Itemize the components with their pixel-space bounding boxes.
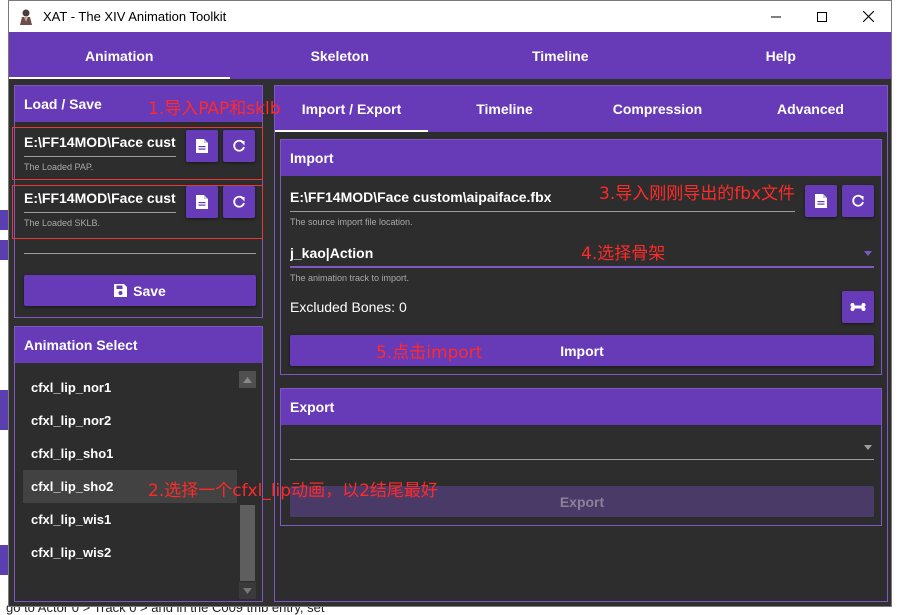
bone-icon (850, 303, 866, 311)
tab-compression[interactable]: Compression (581, 86, 734, 132)
tab-help[interactable]: Help (671, 32, 892, 79)
arrow-down-icon (243, 587, 252, 594)
tab-animation[interactable]: Animation (9, 32, 230, 79)
maximize-icon (817, 11, 827, 22)
title-bar: XAT - The XIV Animation Toolkit (9, 1, 891, 32)
background-accent (0, 240, 8, 260)
track-helper: The animation track to import. (290, 273, 410, 283)
window-title: XAT - The XIV Animation Toolkit (43, 9, 227, 24)
right-panel: Import / Export Timeline Compression Adv… (274, 85, 888, 602)
refresh-icon (852, 194, 864, 207)
app-window: XAT - The XIV Animation Toolkit Animatio… (8, 0, 892, 607)
maximize-button[interactable] (799, 1, 845, 32)
annotation-step5: 5.点击import (376, 343, 483, 363)
tab-timeline[interactable]: Timeline (450, 32, 671, 79)
import-header: Import (281, 140, 881, 176)
close-button[interactable] (845, 1, 891, 32)
save-icon (114, 284, 128, 297)
divider (24, 253, 256, 254)
background-accent (0, 210, 8, 230)
list-item[interactable]: cfxl_lip_sho1 (23, 437, 237, 470)
export-header: Export (281, 389, 881, 425)
background-accent (0, 545, 8, 575)
scroll-thumb[interactable] (240, 505, 255, 581)
annotation-box-sklb (12, 185, 263, 239)
save-label: Save (133, 282, 166, 299)
annotation-step3: 3.导入刚刚导出的fbx文件 (599, 184, 796, 204)
export-format-value[interactable] (290, 437, 874, 453)
edit-excluded-bones-button[interactable] (842, 291, 874, 323)
minimize-icon (771, 16, 781, 17)
close-icon (862, 11, 874, 22)
open-import-file-button[interactable] (805, 185, 837, 217)
annotation-step4: 4.选择骨架 (581, 244, 666, 264)
annotation-step2: 2.选择一个cfxl_lip动画，以2结尾最好 (148, 481, 438, 501)
list-item[interactable]: cfxl_lip_nor2 (23, 404, 237, 437)
sub-tabs: Import / Export Timeline Compression Adv… (275, 86, 887, 132)
minimize-button[interactable] (753, 1, 799, 32)
annotation-box-pap (12, 127, 263, 180)
main-tabs: Animation Skeleton Timeline Help (9, 32, 891, 79)
tab-sub-timeline[interactable]: Timeline (428, 86, 581, 132)
excluded-bones-label: Excluded Bones: 0 (290, 299, 407, 315)
save-button[interactable]: Save (24, 275, 256, 306)
background-accent (0, 390, 8, 430)
scroll-up-button[interactable] (239, 371, 256, 388)
app-logo-icon (17, 8, 35, 26)
export-panel: Export Export (280, 388, 882, 526)
export-format-select[interactable] (290, 437, 874, 461)
list-item[interactable]: cfxl_lip_wis2 (23, 536, 237, 569)
animation-select-panel: Animation Select cfxl_lip_nor1 cfxl_lip_… (14, 326, 263, 602)
caret-down-icon (864, 445, 872, 450)
animation-select-header: Animation Select (15, 327, 262, 363)
caret-down-icon (864, 251, 872, 256)
scroll-down-button[interactable] (239, 582, 256, 599)
import-file-helper: The source import file location. (290, 217, 413, 227)
annotation-step1: 1.导入PAP和sklb (148, 99, 281, 119)
tab-import-export[interactable]: Import / Export (275, 86, 428, 132)
list-item[interactable]: cfxl_lip_wis1 (23, 503, 237, 536)
tab-advanced[interactable]: Advanced (734, 86, 887, 132)
reload-import-file-button[interactable] (842, 185, 874, 217)
tab-skeleton[interactable]: Skeleton (230, 32, 451, 79)
arrow-up-icon (243, 376, 252, 383)
animation-list: cfxl_lip_nor1 cfxl_lip_nor2 cfxl_lip_sho… (23, 371, 237, 569)
file-icon (815, 194, 827, 208)
list-item[interactable]: cfxl_lip_nor1 (23, 371, 237, 404)
